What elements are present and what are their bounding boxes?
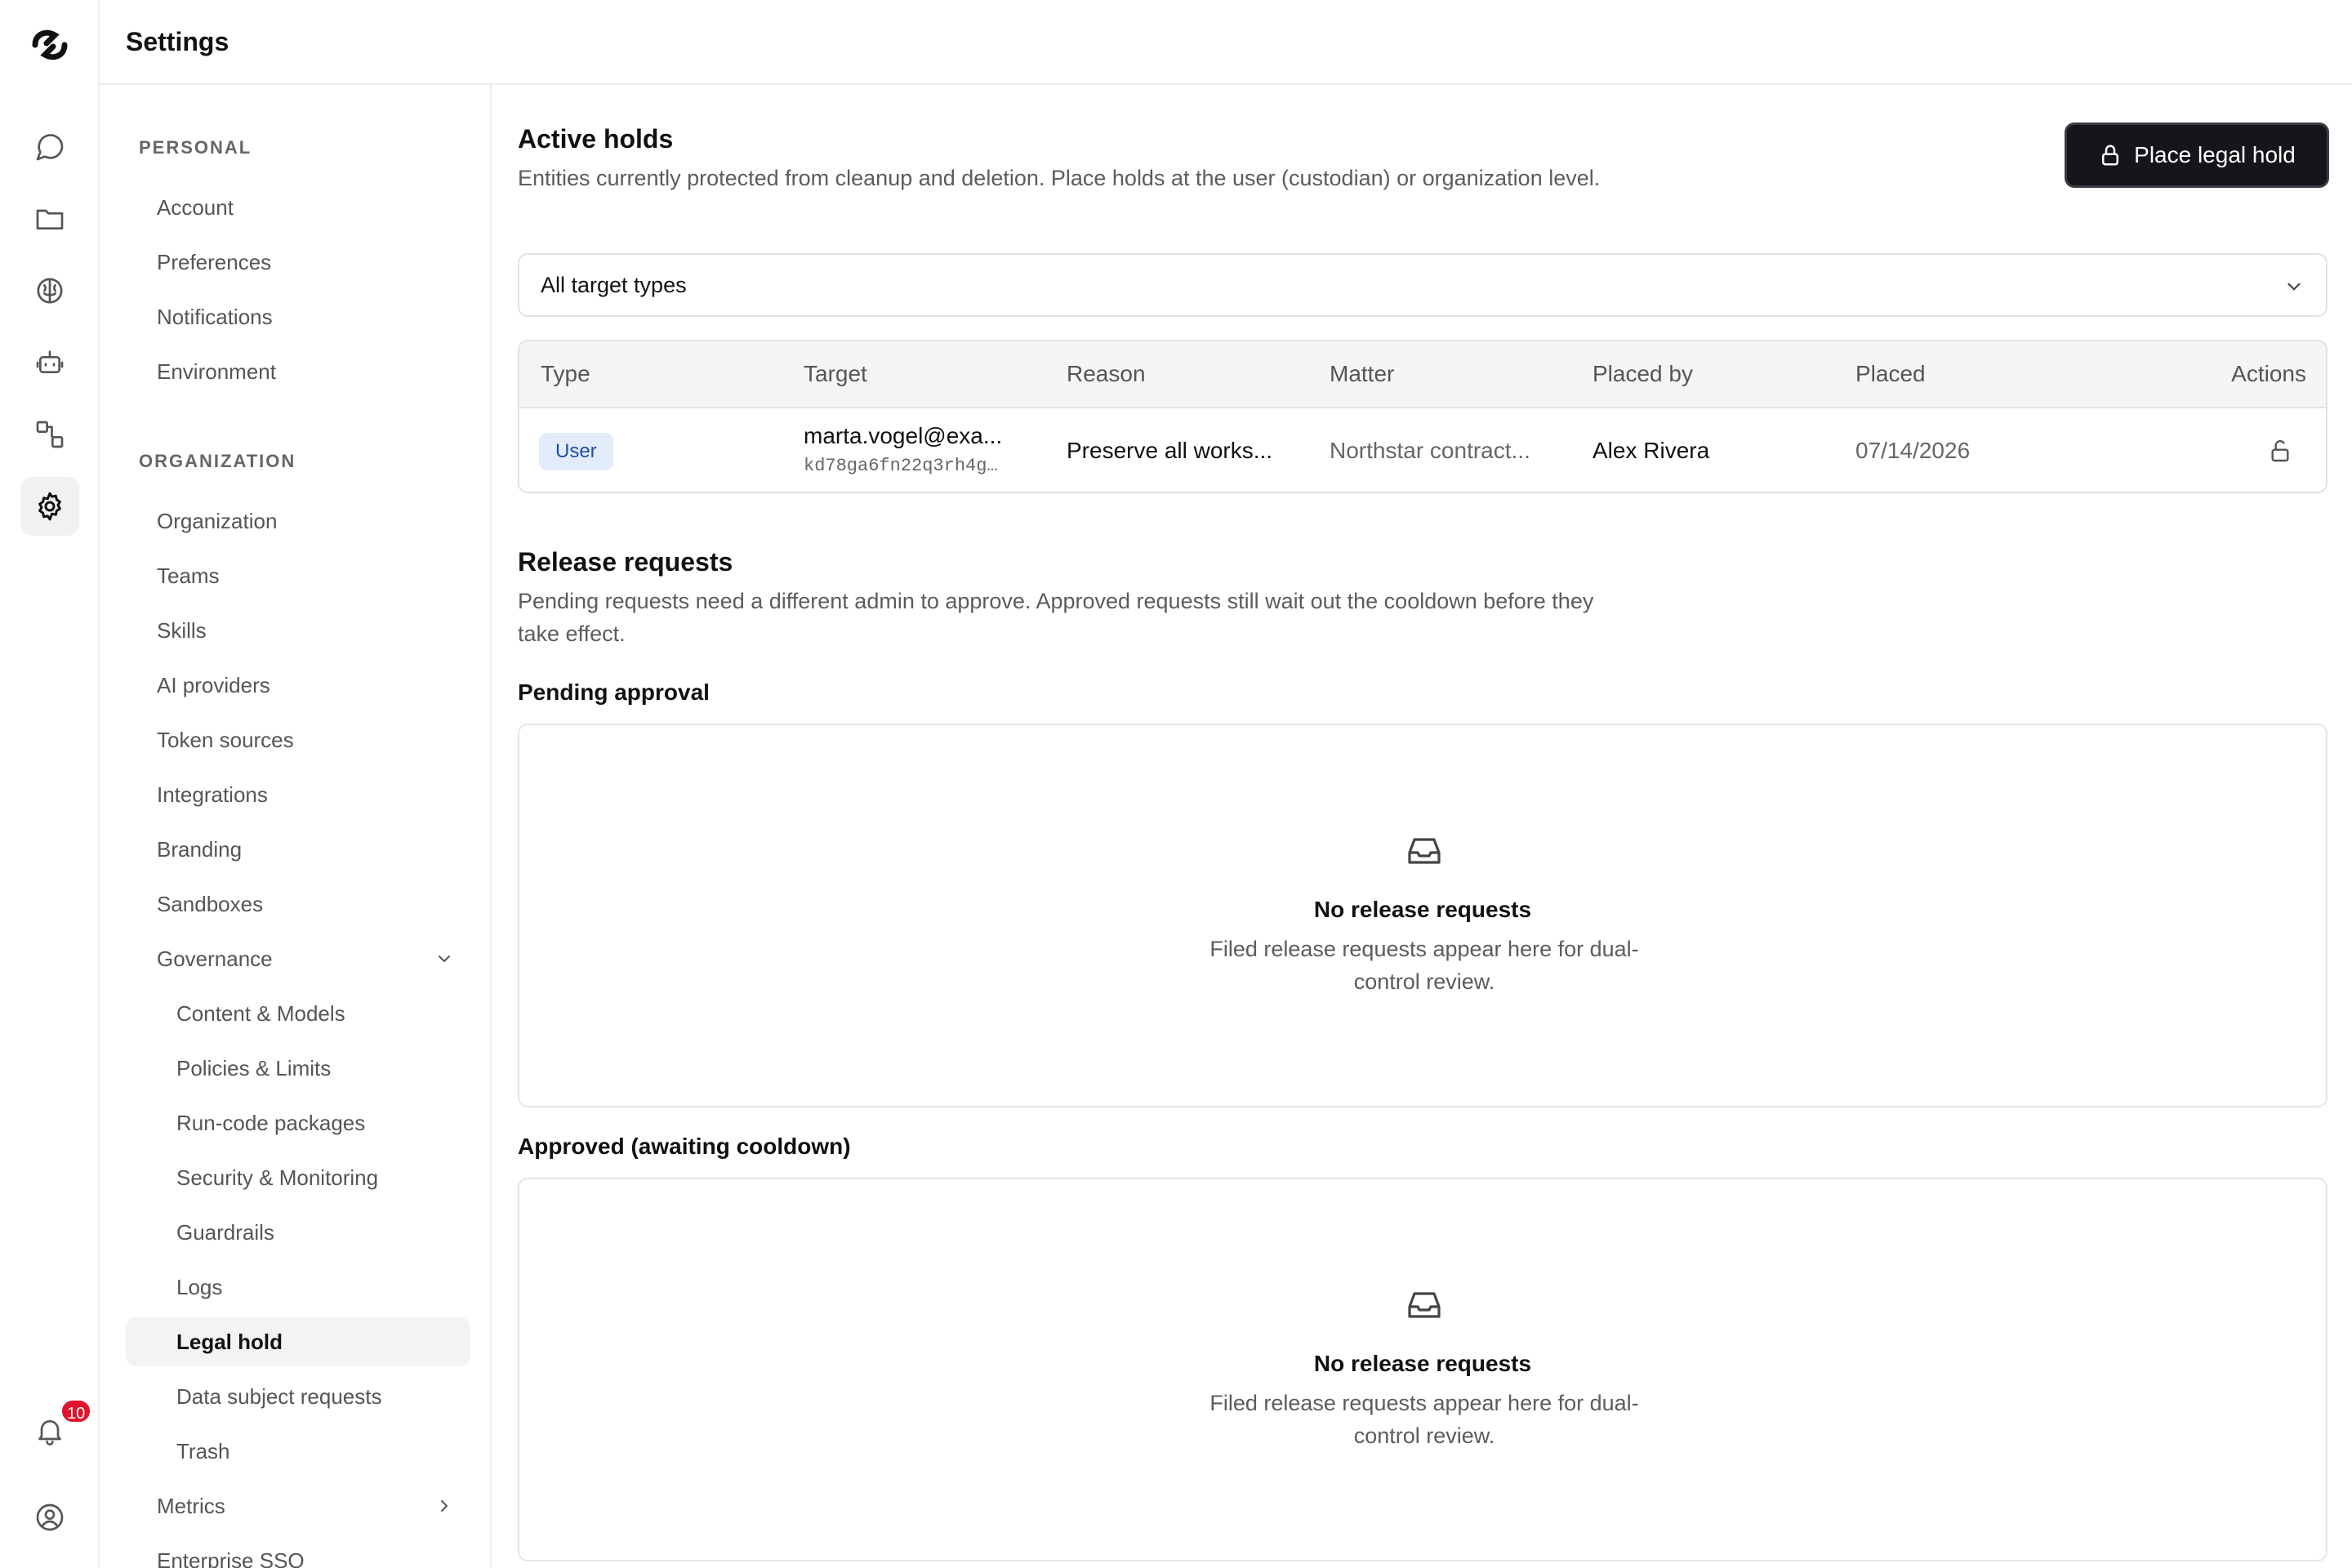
brand-logo-icon[interactable] — [30, 27, 69, 63]
user-avatar-icon[interactable] — [20, 1488, 79, 1547]
active-holds-title: Active holds — [518, 124, 674, 154]
sidebar-item-data-subject-requests[interactable]: Data subject requests — [126, 1372, 470, 1421]
empty-state-title: No release requests — [1313, 897, 1532, 922]
chevron-down-icon — [439, 956, 450, 963]
sidebar-item-token-sources[interactable]: Token sources — [126, 715, 470, 764]
sidebar-item-guardrails[interactable]: Guardrails — [126, 1208, 470, 1257]
column-header-placed-by: Placed by — [1592, 361, 1693, 386]
table-header: Type Target Reason Matter Placed by Plac… — [519, 341, 2326, 408]
settings-sidebar: PERSONAL Account Preferences Notificatio… — [100, 85, 492, 1568]
active-holds-table: Type Target Reason Matter Placed by Plac… — [518, 340, 2328, 493]
inbox-icon — [1408, 838, 1441, 864]
column-header-type: Type — [541, 361, 590, 386]
notifications-count-badge: 10 — [60, 1398, 93, 1424]
target-email: marta.vogel@exa... — [804, 423, 1003, 448]
approved-awaiting-cooldown-heading: Approved (awaiting cooldown) — [518, 1134, 851, 1159]
sidebar-item-enterprise-sso[interactable]: Enterprise SSO — [126, 1536, 470, 1568]
empty-state-description: Filed release requests appear here for d… — [1209, 937, 1639, 994]
brain-icon[interactable] — [20, 261, 79, 320]
sidebar-item-metrics[interactable]: Metrics — [126, 1481, 470, 1530]
pending-approval-heading: Pending approval — [518, 679, 710, 705]
page-title: Settings — [126, 26, 229, 56]
column-header-matter: Matter — [1330, 361, 1395, 386]
placed-date-cell: 07/14/2026 — [1855, 438, 1971, 463]
placed-by-cell: Alex Rivera — [1592, 438, 1710, 463]
release-requests-title: Release requests — [518, 547, 733, 577]
type-badge: User — [539, 433, 613, 470]
sidebar-item-run-code-packages[interactable]: Run-code packages — [126, 1098, 470, 1147]
unlock-icon[interactable] — [2267, 438, 2293, 464]
column-header-actions: Actions — [2231, 361, 2306, 386]
gear-icon[interactable] — [20, 477, 79, 536]
sidebar-item-sandboxes[interactable]: Sandboxes — [126, 880, 470, 929]
approved-empty-state: No release requests Filed release reques… — [518, 1178, 2328, 1561]
release-requests-description: Pending requests need a different admin … — [518, 589, 1594, 646]
app-window: 10 Settings PERSONAL Account Preferences… — [0, 0, 2352, 1568]
workflow-icon[interactable] — [20, 405, 79, 464]
active-holds-description: Entities currently protected from cleanu… — [518, 166, 1601, 190]
sidebar-item-preferences[interactable]: Preferences — [126, 238, 470, 287]
chevron-down-icon — [2287, 283, 2301, 291]
nav-group-personal: PERSONAL — [139, 137, 252, 158]
sidebar-item-label: Governance — [157, 946, 273, 971]
sidebar-item-trash[interactable]: Trash — [126, 1427, 470, 1476]
sidebar-item-branding[interactable]: Branding — [126, 825, 470, 874]
sidebar-item-legal-hold[interactable]: Legal hold — [126, 1317, 470, 1366]
target-type-select[interactable]: All target types — [518, 253, 2328, 317]
sidebar-item-notifications[interactable]: Notifications — [126, 292, 470, 341]
sidebar-item-security-monitoring[interactable]: Security & Monitoring — [126, 1153, 470, 1202]
icon-rail: 10 — [0, 0, 100, 1568]
empty-state-title: No release requests — [1313, 1351, 1532, 1376]
reason-cell: Preserve all works... — [1067, 438, 1273, 463]
place-legal-hold-label: Place legal hold — [2134, 142, 2296, 167]
empty-state-description: Filed release requests appear here for d… — [1209, 1391, 1639, 1448]
chat-bubble-icon[interactable] — [20, 118, 79, 176]
table-row: User marta.vogel@exa... kd78ga6fn22q3rh4… — [519, 408, 2326, 492]
sidebar-item-account[interactable]: Account — [126, 183, 470, 232]
main-content: Active holds Entities currently protecte… — [518, 85, 2329, 1568]
sidebar-item-label: Metrics — [157, 1493, 225, 1518]
matter-cell: Northstar contract... — [1330, 438, 1530, 463]
column-header-reason: Reason — [1067, 361, 1146, 386]
column-header-placed: Placed — [1855, 361, 1926, 386]
sidebar-item-organization[interactable]: Organization — [126, 497, 470, 546]
sidebar-item-logs[interactable]: Logs — [126, 1263, 470, 1312]
sidebar-item-content-models[interactable]: Content & Models — [126, 989, 470, 1038]
sidebar-item-environment[interactable]: Environment — [126, 347, 470, 396]
pending-approval-empty-state: No release requests Filed release reques… — [518, 724, 2328, 1107]
column-header-target: Target — [804, 361, 867, 386]
target-type-select-value: All target types — [541, 272, 687, 297]
sidebar-item-skills[interactable]: Skills — [126, 606, 470, 655]
sidebar-item-teams[interactable]: Teams — [126, 551, 470, 600]
nav-group-organization: ORGANIZATION — [139, 451, 296, 471]
sidebar-item-ai-providers[interactable]: AI providers — [126, 661, 470, 710]
sidebar-item-integrations[interactable]: Integrations — [126, 770, 470, 819]
target-id: kd78ga6fn22q3rh4g… — [804, 456, 998, 476]
chevron-right-icon — [441, 1500, 448, 1512]
sidebar-item-policies-limits[interactable]: Policies & Limits — [126, 1044, 470, 1093]
robot-icon[interactable] — [20, 333, 79, 392]
folder-icon[interactable] — [20, 189, 79, 248]
lock-icon — [2102, 145, 2119, 166]
notifications-bell-icon[interactable]: 10 — [20, 1398, 93, 1460]
inbox-icon — [1408, 1292, 1441, 1318]
sidebar-item-governance[interactable]: Governance — [126, 934, 470, 983]
page-header: Settings — [100, 0, 2352, 85]
place-legal-hold-button[interactable]: Place legal hold — [2065, 122, 2329, 188]
